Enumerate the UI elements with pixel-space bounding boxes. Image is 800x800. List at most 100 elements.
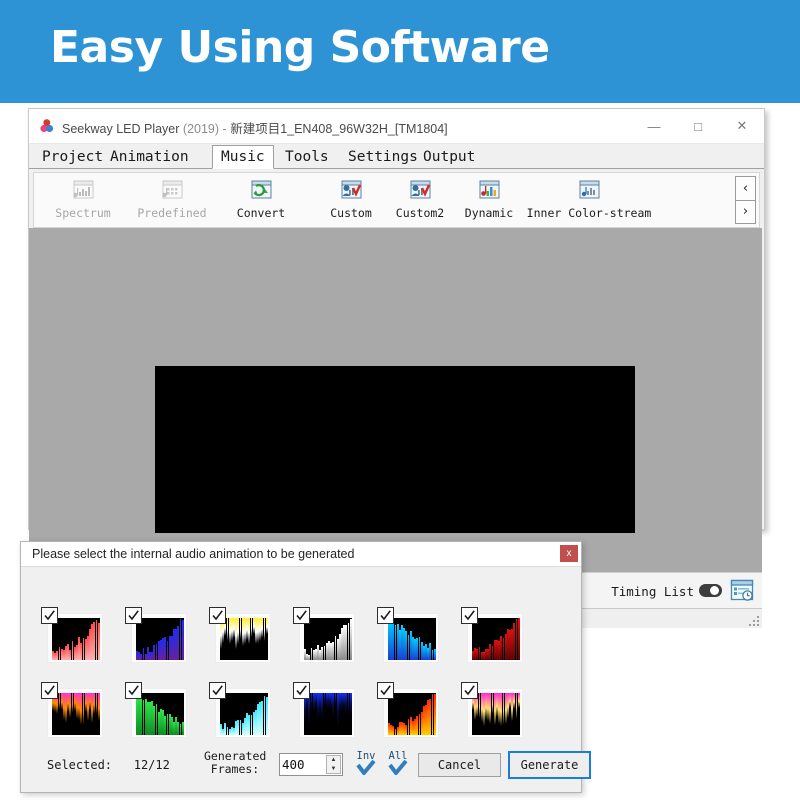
stepper-down-icon[interactable]: ▼ xyxy=(327,765,340,774)
chevron-left-icon[interactable]: ‹ xyxy=(735,176,756,201)
dialog-title: Please select the internal audio animati… xyxy=(32,547,355,561)
thumbnail-checkbox-8[interactable] xyxy=(125,682,142,699)
toolbar-button-custom2[interactable]: Custom2 xyxy=(383,177,457,225)
animation-thumbnail-10[interactable] xyxy=(293,682,355,738)
thumbnail-checkbox-9[interactable] xyxy=(209,682,226,699)
spectrum-bar xyxy=(181,722,184,735)
predefined-icon xyxy=(159,179,185,203)
resize-grip[interactable] xyxy=(749,616,759,626)
thumbnail-preview-5 xyxy=(388,618,436,660)
spectrum-bar xyxy=(265,697,268,735)
toolbar-label-color-stream-text: Color-stream xyxy=(568,206,652,220)
thumbnail-checkbox-11[interactable] xyxy=(377,682,394,699)
toolbar-button-dynamic[interactable]: Dynamic xyxy=(452,177,526,225)
spectrum-bar xyxy=(517,693,520,709)
dynamic-icon xyxy=(476,179,502,203)
thumbnail-preview-10 xyxy=(304,693,352,735)
animation-thumbnail-5[interactable] xyxy=(377,607,439,663)
app-window: Seekway LED Player (2019) - 新建项目1_EN408_… xyxy=(28,108,765,628)
dialog-close-button[interactable]: x xyxy=(560,545,578,562)
tab-animation[interactable]: Animation xyxy=(101,146,198,168)
toolbar-button-custom[interactable]: Custom xyxy=(314,177,388,225)
toolbar-scroll-buttons: ‹ › xyxy=(735,176,756,224)
animation-thumbnail-2[interactable] xyxy=(125,607,187,663)
thumbnail-preview-11 xyxy=(388,693,436,735)
tab-tools[interactable]: Tools xyxy=(276,146,338,168)
selected-value: 12/12 xyxy=(133,758,170,772)
thumbnail-preview-4 xyxy=(304,618,352,660)
toolbar-label-spectrum: Spectrum xyxy=(55,206,111,220)
check-icon xyxy=(388,760,408,775)
editor-canvas[interactable] xyxy=(29,228,762,572)
inner-icon xyxy=(576,179,602,203)
check-icon xyxy=(356,760,376,775)
animation-thumbnail-8[interactable] xyxy=(125,682,187,738)
animation-thumbnail-12[interactable] xyxy=(461,682,523,738)
dialog-footer: Selected: 12/12 Generated Frames: ▲ ▼ In… xyxy=(21,744,591,790)
timing-list-toggle[interactable] xyxy=(699,584,722,597)
maximize-button[interactable]: □ xyxy=(676,109,720,143)
generated-frames-input[interactable] xyxy=(282,755,324,774)
thumbnail-preview-7 xyxy=(52,693,100,735)
animation-thumbnail-4[interactable] xyxy=(293,607,355,663)
timing-list-icon[interactable] xyxy=(730,579,754,602)
spectrum-bar xyxy=(517,618,520,660)
animation-thumbnail-7[interactable] xyxy=(41,682,103,738)
selected-count: Selected: 12/12 xyxy=(47,758,170,772)
window-titlebar: Seekway LED Player (2019) - 新建项目1_EN408_… xyxy=(29,109,764,144)
led-preview-panel[interactable] xyxy=(155,366,635,533)
window-title-version: (2019) xyxy=(182,122,220,136)
spectrum-icon xyxy=(70,179,96,203)
window-title-project: 新建项目1_EN408_96W32H_[TM1804] xyxy=(230,122,448,136)
audio-animation-dialog: Please select the internal audio animati… xyxy=(20,541,591,793)
toolbar-label-inner: Inner Color-stream xyxy=(527,206,652,220)
thumbnail-checkbox-1[interactable] xyxy=(41,607,58,624)
toolbar-button-spectrum[interactable]: Spectrum xyxy=(46,177,120,225)
stepper-up-icon[interactable]: ▲ xyxy=(327,756,340,765)
close-button[interactable]: ✕ xyxy=(720,109,764,143)
minimize-button[interactable]: — xyxy=(632,109,676,143)
animation-thumbnail-3[interactable] xyxy=(209,607,271,663)
generated-frames-label-line2: Frames: xyxy=(210,762,260,776)
spectrum-bar xyxy=(265,618,268,635)
toggle-knob xyxy=(710,586,719,595)
toolbar-label-custom: Custom xyxy=(330,206,372,220)
thumbnail-preview-9 xyxy=(220,693,268,735)
generated-frames-label: Generated Frames: xyxy=(204,750,266,776)
thumbnail-preview-2 xyxy=(136,618,184,660)
generated-frames-stepper[interactable]: ▲ ▼ xyxy=(279,753,343,776)
thumbnail-preview-3 xyxy=(220,618,268,660)
chevron-right-icon[interactable]: › xyxy=(735,200,756,224)
generate-button[interactable]: Generate xyxy=(508,751,591,779)
thumbnail-checkbox-3[interactable] xyxy=(209,607,226,624)
tab-music[interactable]: Music xyxy=(212,145,274,169)
animation-thumbnail-11[interactable] xyxy=(377,682,439,738)
thumbnail-checkbox-7[interactable] xyxy=(41,682,58,699)
page-banner: Easy Using Software xyxy=(0,0,800,103)
spectrum-bar xyxy=(433,648,436,660)
invert-selection-button[interactable]: Inv xyxy=(351,750,381,780)
thumbnail-checkbox-6[interactable] xyxy=(461,607,478,624)
spectrum-bar xyxy=(97,622,100,660)
animation-thumbnail-9[interactable] xyxy=(209,682,271,738)
toolbar-label-convert: Convert xyxy=(236,206,286,220)
select-all-button[interactable]: All xyxy=(383,750,413,780)
spectrum-bar xyxy=(433,693,436,735)
thumbnail-preview-12 xyxy=(472,693,520,735)
thumbnail-checkbox-2[interactable] xyxy=(125,607,142,624)
animation-thumbnail-6[interactable] xyxy=(461,607,523,663)
thumbnail-checkbox-12[interactable] xyxy=(461,682,478,699)
cancel-button[interactable]: Cancel xyxy=(418,753,501,777)
custom-icon xyxy=(338,179,364,203)
thumbnail-checkbox-4[interactable] xyxy=(293,607,310,624)
custom2-icon xyxy=(407,179,433,203)
animation-thumbnail-grid xyxy=(21,566,579,744)
animation-thumbnail-1[interactable] xyxy=(41,607,103,663)
thumbnail-checkbox-10[interactable] xyxy=(293,682,310,699)
toolbar-button-inner[interactable]: Inner Color-stream xyxy=(527,177,651,225)
dialog-titlebar: Please select the internal audio animati… xyxy=(21,542,581,567)
toolbar-button-convert[interactable]: Convert xyxy=(224,177,298,225)
thumbnail-checkbox-5[interactable] xyxy=(377,607,394,624)
tab-output[interactable]: Output xyxy=(414,146,484,168)
toolbar-button-predefined[interactable]: Predefined xyxy=(135,177,209,225)
